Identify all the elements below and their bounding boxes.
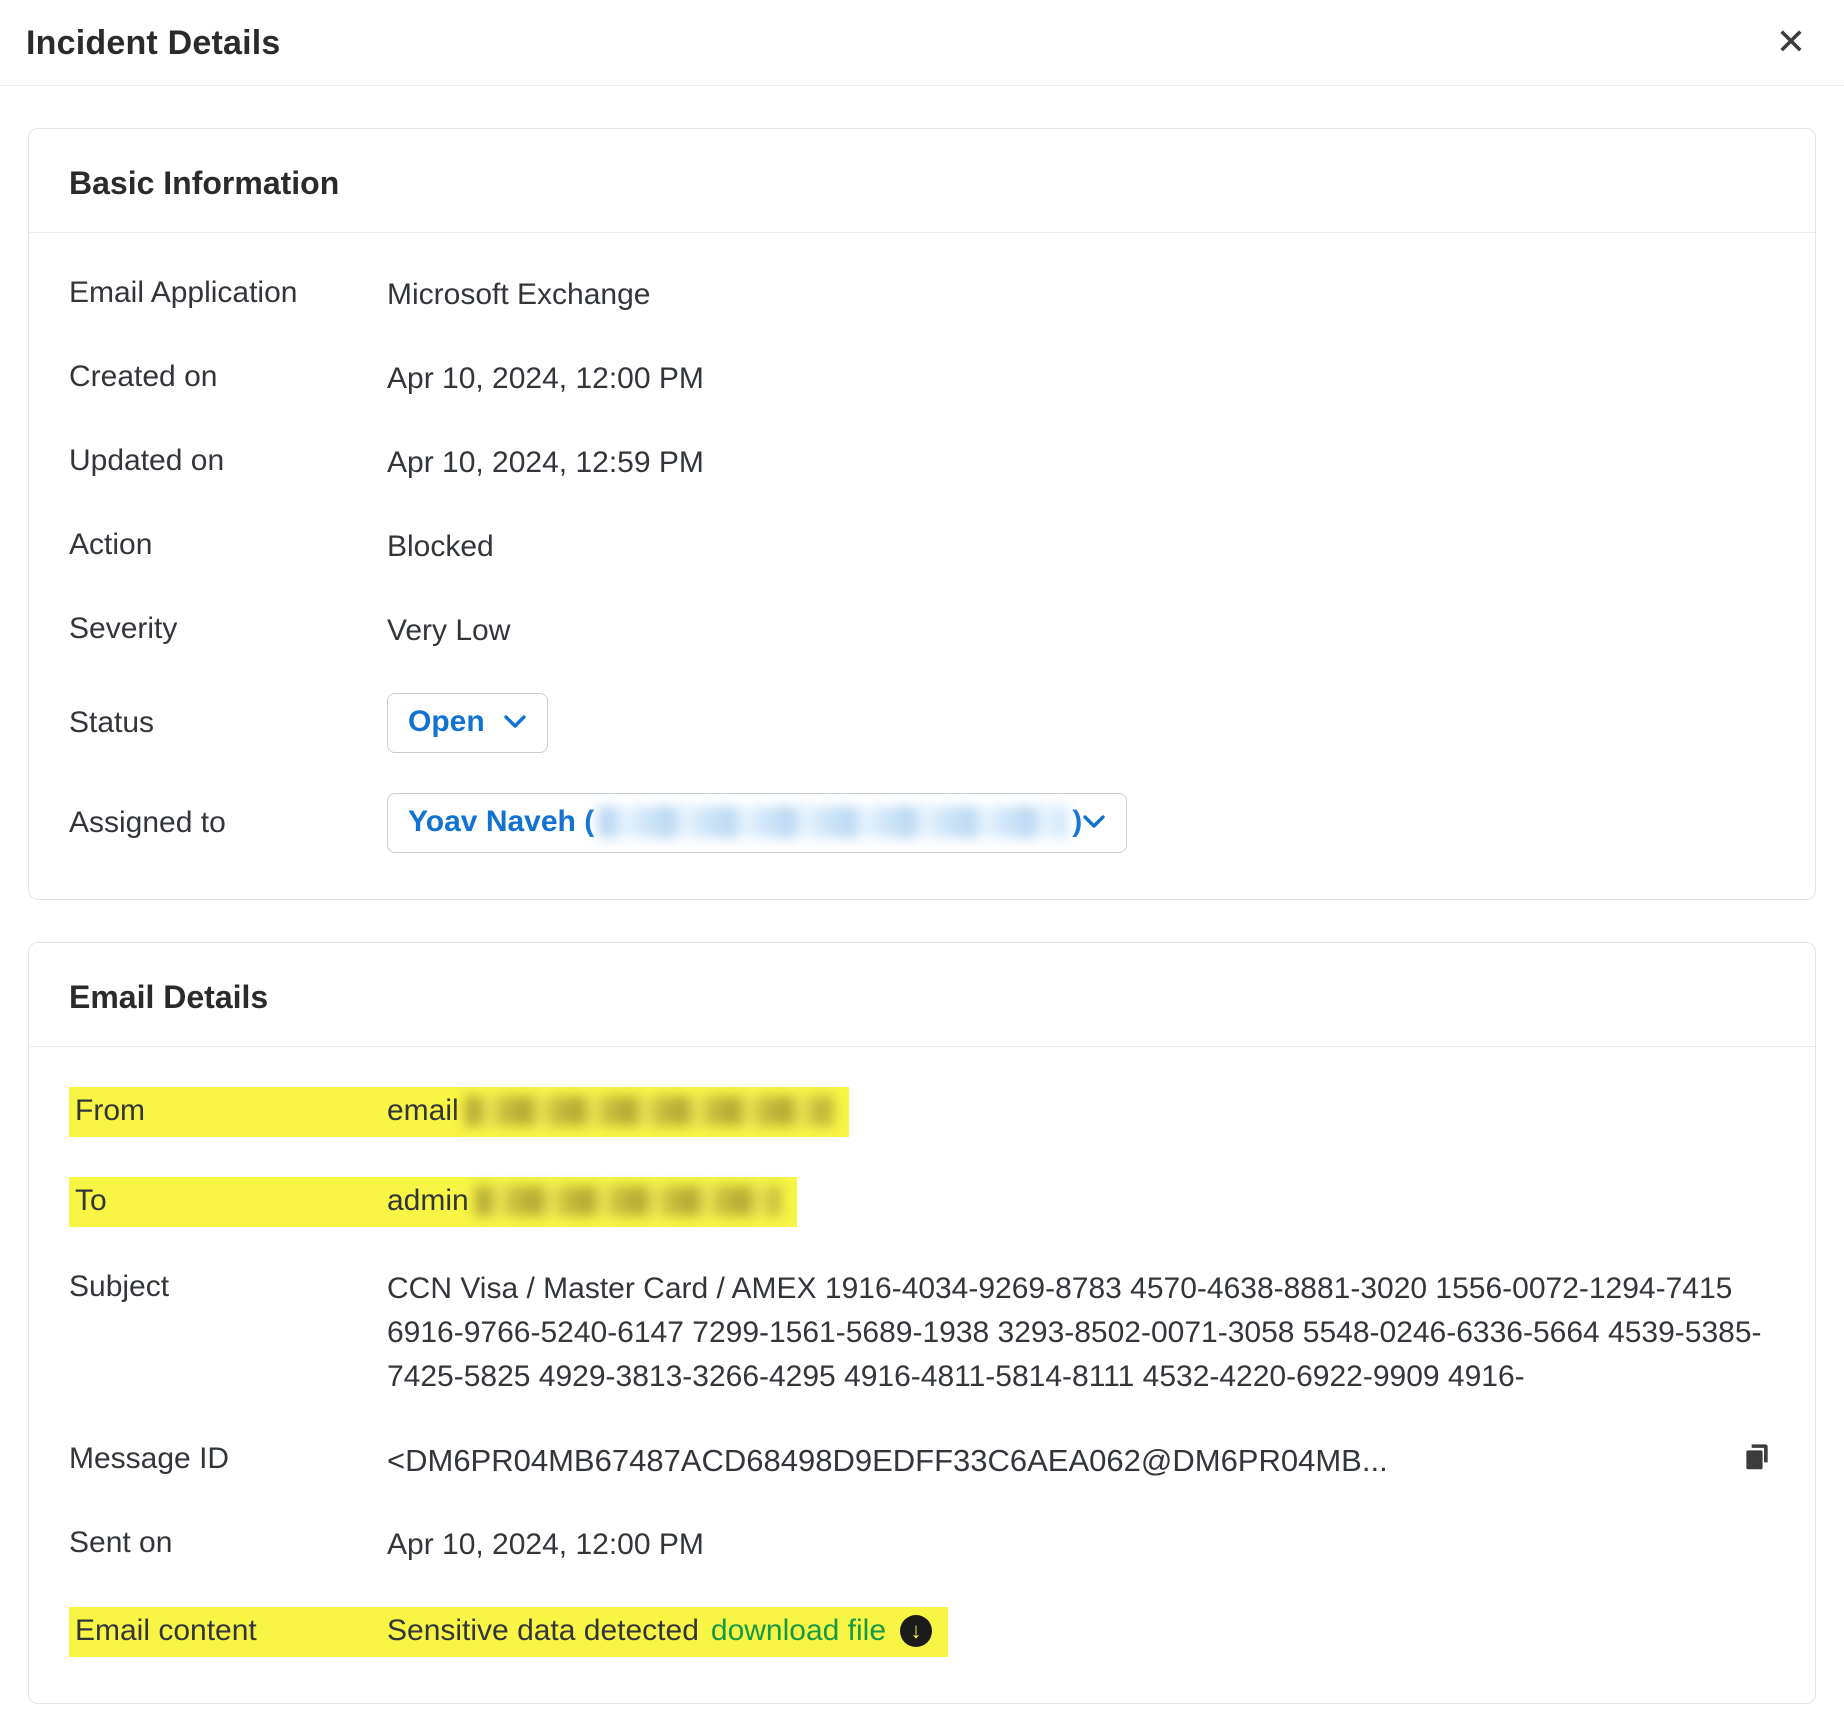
close-icon[interactable]: ✕ [1772, 24, 1810, 60]
sent-on-row: Sent on Apr 10, 2024, 12:00 PM [69, 1523, 1775, 1567]
field-label: Assigned to [69, 803, 387, 843]
email-application-row: Email Application Microsoft Exchange [69, 273, 1775, 317]
field-label: From [69, 1087, 387, 1137]
assigned-to-row: Assigned to Yoav Naveh ( ) [69, 793, 1775, 853]
field-label: Subject [69, 1267, 387, 1307]
field-value: Very Low [387, 609, 1775, 653]
email-details-body: From email To admin Subject CCN Visa / M… [29, 1047, 1815, 1703]
field-label: Action [69, 525, 387, 565]
download-file-link[interactable]: download file [711, 1612, 886, 1650]
status-row: Status Open [69, 693, 1775, 753]
redacted-assignee-email [598, 806, 1068, 838]
to-value: admin [387, 1177, 797, 1227]
basic-information-body: Email Application Microsoft Exchange Cre… [29, 233, 1815, 899]
chevron-down-icon [503, 714, 527, 730]
basic-information-card: Basic Information Email Application Micr… [28, 128, 1816, 900]
assigned-to-value-suffix: ) [1072, 805, 1082, 839]
email-content-row: Email content Sensitive data detected do… [69, 1607, 1775, 1657]
field-label: Updated on [69, 441, 387, 481]
download-icon[interactable]: ↓ [900, 1615, 932, 1647]
redacted-from-address [465, 1096, 833, 1126]
created-on-row: Created on Apr 10, 2024, 12:00 PM [69, 357, 1775, 401]
assigned-to-value-prefix: Yoav Naveh ( [408, 805, 594, 839]
status-dropdown-value: Open [408, 705, 485, 739]
field-label: Email Application [69, 273, 387, 313]
from-row: From email [69, 1087, 1775, 1137]
copy-icon[interactable] [1739, 1439, 1775, 1478]
subject-row: Subject CCN Visa / Master Card / AMEX 19… [69, 1267, 1775, 1399]
updated-on-row: Updated on Apr 10, 2024, 12:59 PM [69, 441, 1775, 485]
to-row: To admin [69, 1177, 1775, 1227]
field-label: Status [69, 703, 387, 743]
field-value: Apr 10, 2024, 12:00 PM [387, 357, 1775, 401]
field-label: Message ID [69, 1439, 387, 1479]
field-value: Apr 10, 2024, 12:00 PM [387, 1523, 1775, 1567]
redacted-to-address [475, 1186, 781, 1216]
page-title: Incident Details [26, 24, 280, 63]
message-id-row: Message ID <DM6PR04MB67487ACD68498D9EDFF… [69, 1439, 1775, 1483]
from-value: email [387, 1087, 849, 1137]
field-label: Sent on [69, 1523, 387, 1563]
assigned-to-dropdown[interactable]: Yoav Naveh ( ) [387, 793, 1127, 853]
message-id-value: <DM6PR04MB67487ACD68498D9EDFF33C6AEA062@… [387, 1439, 1388, 1483]
field-label: Email content [69, 1607, 387, 1657]
field-value: Microsoft Exchange [387, 273, 1775, 317]
chevron-down-icon [1082, 814, 1106, 830]
email-details-title: Email Details [29, 943, 1815, 1047]
field-label: Severity [69, 609, 387, 649]
status-dropdown[interactable]: Open [387, 693, 548, 753]
field-value: Apr 10, 2024, 12:59 PM [387, 441, 1775, 485]
subject-value: CCN Visa / Master Card / AMEX 1916-4034-… [387, 1267, 1775, 1399]
email-details-card: Email Details From email To admin Subjec… [28, 942, 1816, 1704]
basic-information-title: Basic Information [29, 129, 1815, 233]
severity-row: Severity Very Low [69, 609, 1775, 653]
email-content-value: Sensitive data detected download file ↓ [387, 1607, 948, 1657]
field-value: Blocked [387, 525, 1775, 569]
action-row: Action Blocked [69, 525, 1775, 569]
field-label: To [69, 1177, 387, 1227]
field-label: Created on [69, 357, 387, 397]
panel-header: Incident Details ✕ [0, 0, 1844, 86]
